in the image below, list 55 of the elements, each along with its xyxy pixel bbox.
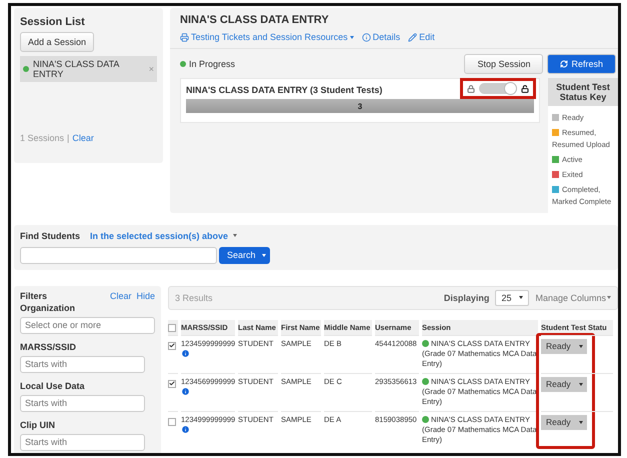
scope-dropdown[interactable]: In the selected session(s) above (90, 230, 238, 241)
status-dot (422, 416, 429, 424)
info-icon[interactable] (181, 424, 190, 434)
filter-field[interactable]: Starts with (20, 394, 145, 412)
lock-icon (467, 84, 475, 92)
find-students-label: Find Students (20, 230, 80, 241)
printer-icon (180, 32, 189, 42)
separator: | (67, 133, 70, 143)
filter-label: MARSS/SSID (20, 342, 78, 352)
filter-label: Local Use Data (20, 380, 86, 391)
row-checkbox[interactable] (168, 418, 176, 426)
status-dot (422, 340, 429, 348)
add-session-button[interactable]: Add a Session (20, 32, 94, 52)
filter-label: Clip UIN (20, 420, 56, 430)
info-icon (362, 32, 371, 42)
session-title: NINA'S CLASS DATA ENTRY (180, 14, 330, 26)
session-link[interactable]: Details (362, 32, 400, 42)
progress-fill: 3 (186, 99, 534, 113)
card-title: NINA'S CLASS DATA ENTRY (3 Student Tests) (186, 84, 382, 94)
status-dot (422, 378, 429, 386)
session-link[interactable]: Testing Tickets and Session Resources (180, 32, 354, 42)
manage-columns-menu[interactable]: Manage Columns (535, 292, 611, 303)
unlock-icon (521, 84, 529, 92)
filter-field[interactable]: Starts with (20, 356, 145, 373)
clear-link[interactable]: Clear (72, 133, 94, 143)
displaying-label: Displaying (444, 292, 490, 303)
row-checkbox[interactable] (168, 342, 176, 350)
search-field[interactable] (20, 246, 217, 264)
results-count: 3 Results (175, 292, 213, 303)
session-name: NINA'S CLASS DATA ENTRY (33, 59, 120, 79)
session-link[interactable]: Edit (408, 32, 435, 42)
filter-label: Organization (20, 302, 76, 313)
session-count: 1 Sessions (20, 133, 64, 143)
session-status: In Progress (189, 59, 236, 69)
row-checkbox[interactable] (168, 380, 176, 388)
refresh-icon (560, 60, 568, 68)
info-icon[interactable] (181, 348, 190, 358)
page-size-select[interactable]: 25 (495, 290, 530, 306)
filter-field[interactable]: Starts with (20, 434, 145, 451)
pencil-icon (408, 32, 418, 42)
search-button[interactable]: Search (219, 246, 270, 264)
status-key-title: Student Test Status Key (548, 78, 618, 106)
hide-link[interactable]: Hide (136, 290, 155, 301)
session-item[interactable]: NINA'S CLASS DATA ENTRY × (20, 56, 157, 82)
info-icon[interactable] (181, 386, 190, 396)
clear-link[interactable]: Clear (110, 290, 132, 301)
filter-field[interactable]: Select one or more (20, 316, 155, 334)
status-dropdown[interactable]: Ready (541, 338, 587, 354)
stop-session-button[interactable]: Stop Session (464, 54, 544, 74)
status-dropdown[interactable]: Ready (541, 414, 587, 430)
refresh-button[interactable]: Refresh (547, 54, 616, 74)
select-all-checkbox[interactable] (168, 324, 176, 332)
status-dropdown[interactable]: Ready (541, 376, 587, 392)
filters-title: Filters (20, 290, 48, 301)
panel-title: Session List (20, 16, 86, 28)
